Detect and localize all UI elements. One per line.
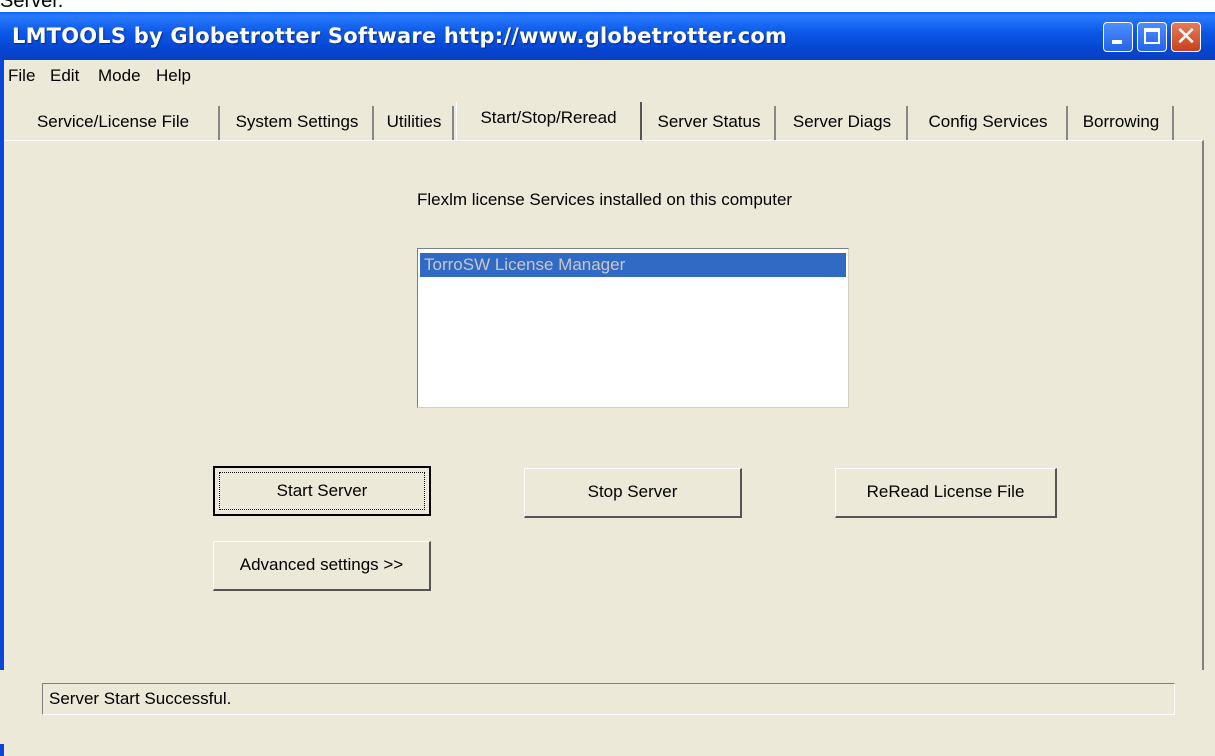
menu-file[interactable]: File bbox=[8, 66, 35, 86]
maximize-button[interactable] bbox=[1137, 22, 1167, 52]
tab-borrowing[interactable]: Borrowing bbox=[1070, 106, 1174, 140]
tab-service-license-file[interactable]: Service/License File bbox=[8, 106, 220, 140]
focus-rectangle bbox=[219, 472, 425, 510]
minimize-button[interactable] bbox=[1103, 22, 1133, 52]
tab-config-services[interactable]: Config Services bbox=[910, 106, 1068, 140]
close-icon: ✕ bbox=[1175, 22, 1197, 52]
maximize-icon bbox=[1144, 28, 1160, 44]
start-server-button[interactable]: Start Server bbox=[213, 466, 431, 516]
services-label: Flexlm license Services installed on thi… bbox=[417, 190, 793, 209]
close-button[interactable]: ✕ bbox=[1171, 22, 1201, 52]
menu-edit[interactable]: Edit bbox=[50, 66, 79, 86]
list-item[interactable]: TorroSW License Manager bbox=[420, 253, 846, 277]
tab-system-settings[interactable]: System Settings bbox=[222, 106, 374, 140]
minimize-icon bbox=[1112, 40, 1122, 44]
tab-strip: Service/License File System Settings Uti… bbox=[4, 98, 1209, 140]
title-bar[interactable]: LMTOOLS by Globetrotter Software http://… bbox=[0, 12, 1215, 60]
services-listbox[interactable]: TorroSW License Manager bbox=[417, 248, 849, 408]
tab-utilities[interactable]: Utilities bbox=[376, 106, 454, 140]
advanced-settings-button[interactable]: Advanced settings >> bbox=[213, 541, 431, 591]
menu-help[interactable]: Help bbox=[156, 66, 191, 86]
menu-mode[interactable]: Mode bbox=[98, 66, 141, 86]
tab-panel bbox=[4, 140, 1204, 678]
status-message: Server Start Successful. bbox=[42, 683, 1175, 715]
tab-server-diags[interactable]: Server Diags bbox=[778, 106, 908, 140]
menu-bar: File Edit Mode Help bbox=[4, 62, 1209, 90]
tab-start-stop-reread[interactable]: Start/Stop/Reread bbox=[456, 102, 642, 140]
top-caption: Server. bbox=[0, 0, 64, 12]
reread-license-button[interactable]: ReRead License File bbox=[835, 468, 1057, 518]
stop-server-button[interactable]: Stop Server bbox=[524, 468, 742, 518]
window-title: LMTOOLS by Globetrotter Software http://… bbox=[12, 24, 788, 48]
tab-server-status[interactable]: Server Status bbox=[644, 106, 776, 140]
